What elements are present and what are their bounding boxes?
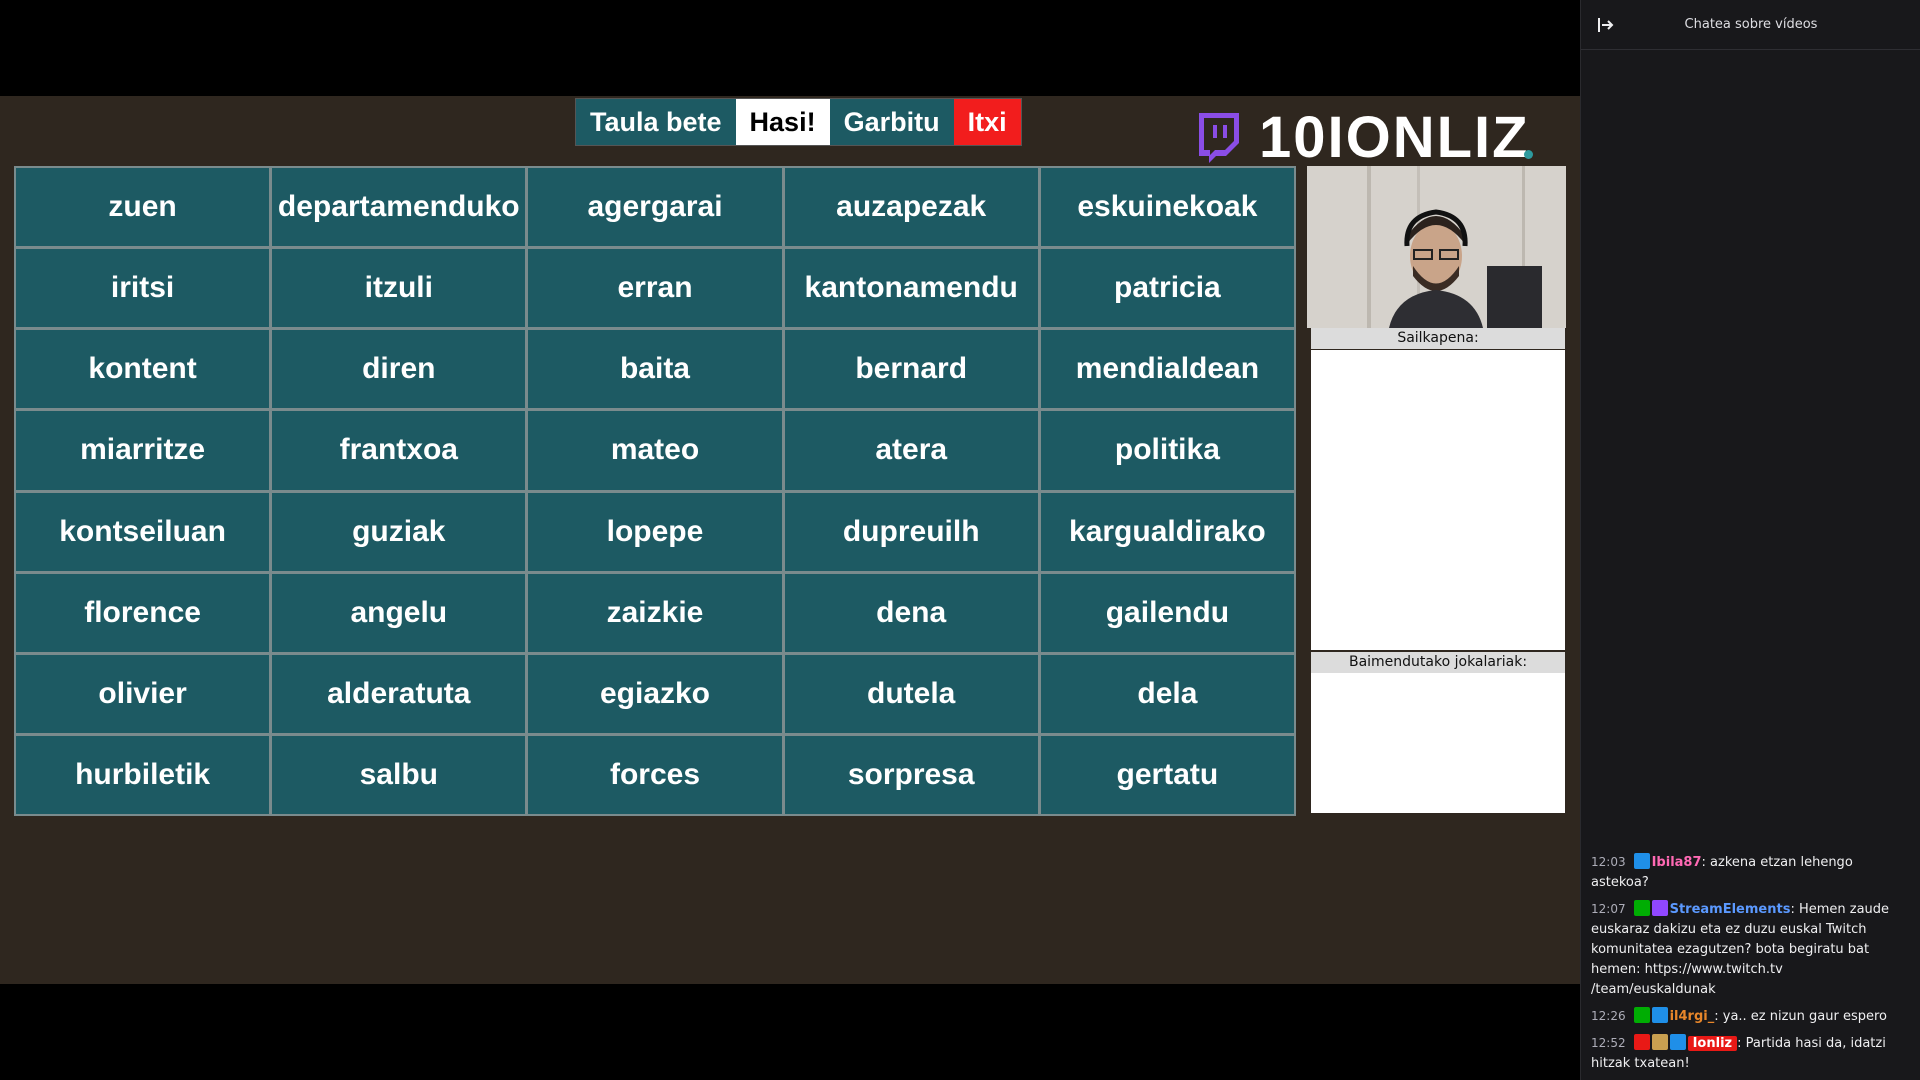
moderator-badge-icon[interactable]	[1633, 900, 1650, 916]
board-cell: eskuinekoak	[1040, 168, 1294, 247]
chat-username[interactable]: Ibila87	[1652, 855, 1702, 870]
board-cell: kontent	[16, 330, 270, 409]
allowed-players-label: Baimendutako jokalariak:	[1311, 652, 1565, 673]
close-button[interactable]: Itxi	[953, 99, 1021, 145]
clear-button[interactable]: Garbitu	[829, 99, 954, 145]
ranking-label: Sailkapena:	[1311, 328, 1565, 349]
chat-message: 12:07 StreamElements: Hemen zaude euskara…	[1591, 899, 1911, 1000]
board-cell: dupreuilh	[784, 492, 1038, 571]
chat-timestamp: 12:52	[1591, 1036, 1626, 1050]
board-cell: alderatuta	[272, 654, 526, 733]
channel-brand: 10IONLIZ	[1193, 104, 1533, 171]
board-cell: atera	[784, 411, 1038, 490]
streamer-image	[1307, 166, 1566, 328]
chat-text: : ya.. ez nizun gaur espero	[1714, 1009, 1888, 1024]
board-cell: baita	[528, 330, 782, 409]
board-cell: salbu	[272, 735, 526, 814]
board-cell: guziak	[272, 492, 526, 571]
board-cell: mateo	[528, 411, 782, 490]
fill-board-button[interactable]: Taula bete	[576, 99, 736, 145]
allowed-players-list	[1311, 673, 1565, 813]
verified-badge-icon[interactable]	[1651, 900, 1668, 916]
chat-timestamp: 12:03	[1591, 855, 1626, 869]
chat-message: 12:03 Ibila87: azkena etzan lehengo astek…	[1591, 852, 1911, 893]
cookie-badge-icon[interactable]	[1651, 1034, 1668, 1050]
board-cell: olivier	[16, 654, 270, 733]
brand-dot	[1523, 150, 1533, 159]
board-cell: zuen	[16, 168, 270, 247]
chat-message: 12:52 Ionliz: Partida hasi da, idatzi hit…	[1591, 1033, 1911, 1074]
brand-logo-text: 10IONLIZ	[1259, 105, 1530, 170]
board-cell: zaizkie	[528, 573, 782, 652]
board-cell: angelu	[272, 573, 526, 652]
board-cell: dutela	[784, 654, 1038, 733]
board-cell: politika	[1040, 411, 1294, 490]
crown-badge-icon[interactable]	[1651, 1007, 1668, 1023]
board-cell: bernard	[784, 330, 1038, 409]
board-cell: dena	[784, 573, 1038, 652]
webcam-feed	[1307, 166, 1566, 328]
broadcaster-badge-icon[interactable]	[1633, 1034, 1650, 1050]
board-cell: frantxoa	[272, 411, 526, 490]
word-board: zuen departamenduko agergarai auzapezak esku…	[14, 166, 1296, 816]
board-cell: erran	[528, 249, 782, 328]
board-cell: auzapezak	[784, 168, 1038, 247]
chat-title: Chatea sobre vídeos	[1684, 17, 1818, 32]
board-cell: hurbiletik	[16, 735, 270, 814]
chat-username[interactable]: il4rgi_	[1670, 1009, 1715, 1024]
board-cell: kantonamendu	[784, 249, 1038, 328]
chat-timestamp: 12:07	[1591, 902, 1626, 916]
ranking-list	[1311, 350, 1565, 650]
board-cell: mendialdean	[1040, 330, 1294, 409]
board-cell: miarritze	[16, 411, 270, 490]
crown-badge-icon[interactable]	[1633, 853, 1650, 869]
board-cell: sorpresa	[784, 735, 1038, 814]
chat-timestamp: 12:26	[1591, 1009, 1626, 1023]
board-cell: patricia	[1040, 249, 1294, 328]
chat-message: 12:26 il4rgi_: ya.. ez nizun gaur espero	[1591, 1006, 1911, 1027]
board-cell: florence	[16, 573, 270, 652]
crown-badge-icon[interactable]	[1669, 1034, 1686, 1050]
board-cell: departamenduko	[272, 168, 526, 247]
board-cell: gailendu	[1040, 573, 1294, 652]
chat-panel: Chatea sobre vídeos 12:03 Ibila87: azkena…	[1580, 0, 1920, 1080]
chat-username[interactable]: Ionliz	[1687, 1036, 1738, 1051]
board-cell: agergarai	[528, 168, 782, 247]
start-button[interactable]: Hasi!	[735, 99, 830, 145]
board-cell: iritsi	[16, 249, 270, 328]
board-cell: egiazko	[528, 654, 782, 733]
board-cell: kontseiluan	[16, 492, 270, 571]
game-toolbar: Taula bete Hasi! Garbitu Itxi	[575, 98, 1022, 146]
twitch-icon	[1199, 112, 1239, 163]
chat-messages: 12:03 Ibila87: azkena etzan lehengo astek…	[1591, 852, 1911, 1080]
board-cell: kargualdirako	[1040, 492, 1294, 571]
chat-username[interactable]: StreamElements	[1670, 902, 1791, 917]
board-cell: dela	[1040, 654, 1294, 733]
board-cell: lopepe	[528, 492, 782, 571]
board-cell: forces	[528, 735, 782, 814]
stream-video: Taula bete Hasi! Garbitu Itxi 10IONLIZ z…	[0, 96, 1580, 984]
moderator-badge-icon[interactable]	[1633, 1007, 1650, 1023]
chat-text: : azkena etzan lehengo astekoa?	[1591, 855, 1853, 890]
board-cell: diren	[272, 330, 526, 409]
board-cell: gertatu	[1040, 735, 1294, 814]
board-cell: itzuli	[272, 249, 526, 328]
chat-header: Chatea sobre vídeos	[1581, 0, 1920, 50]
